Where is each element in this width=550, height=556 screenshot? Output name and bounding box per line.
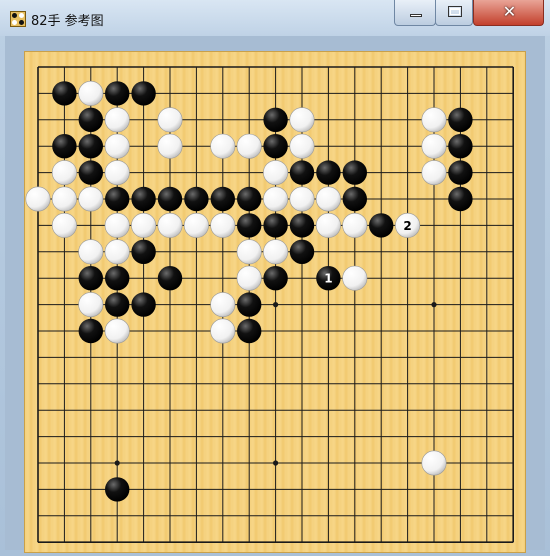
- white-stone: [289, 186, 315, 212]
- white-stone: [157, 107, 183, 133]
- window-title: 82手 参考图: [31, 14, 104, 29]
- black-stone: [78, 134, 103, 159]
- black-stone: [105, 477, 130, 502]
- black-stone: [289, 213, 315, 238]
- white-stone: [421, 107, 447, 133]
- white-stone: [51, 186, 77, 212]
- white-stone: [104, 133, 130, 159]
- black-stone: [105, 292, 130, 317]
- black-stone: [448, 186, 473, 212]
- white-stone: [78, 239, 104, 265]
- black-stone: [342, 186, 367, 212]
- move-number-label: 2: [403, 219, 411, 233]
- black-stone: [131, 81, 156, 106]
- white-stone: [342, 212, 368, 238]
- close-icon: ✕: [502, 2, 517, 21]
- black-stone: [157, 266, 183, 291]
- black-stone: [289, 239, 315, 264]
- white-stone: [236, 265, 262, 291]
- minimize-button[interactable]: [394, 0, 436, 26]
- black-stone: [78, 107, 103, 132]
- black-stone: [289, 160, 315, 185]
- black-stone: [263, 107, 288, 132]
- black-stone: [316, 160, 341, 185]
- white-stone: [342, 265, 368, 291]
- black-stone: [78, 266, 103, 291]
- go-board-grid[interactable]: 21: [25, 52, 527, 554]
- white-stone: [104, 107, 130, 133]
- white-stone: [263, 186, 289, 212]
- black-stone: [448, 107, 473, 132]
- maximize-icon: [448, 6, 462, 17]
- close-button[interactable]: ✕: [473, 0, 544, 26]
- white-stone: [421, 133, 447, 159]
- minimize-icon: [410, 14, 422, 17]
- star-point: [273, 302, 279, 308]
- white-stone: [210, 133, 236, 159]
- star-point: [114, 460, 120, 466]
- white-stone: [289, 133, 315, 159]
- star-point: [431, 302, 437, 308]
- black-stone: [210, 186, 235, 212]
- white-stone: [104, 239, 130, 265]
- white-stone: [263, 239, 289, 265]
- white-stone-move-2: 2: [395, 212, 421, 238]
- white-stone: [210, 212, 236, 238]
- black-stone: [448, 134, 473, 159]
- black-stone: [237, 213, 262, 238]
- black-stone: [342, 160, 367, 185]
- black-stone: [105, 186, 130, 212]
- white-stone: [51, 212, 77, 238]
- title-bar[interactable]: 82手 参考图 ✕: [0, 0, 550, 36]
- white-stone: [421, 450, 447, 476]
- star-point: [273, 460, 279, 466]
- white-stone: [210, 318, 236, 344]
- black-stone: [78, 318, 103, 344]
- black-stone: [237, 186, 262, 212]
- white-stone: [210, 292, 236, 318]
- white-stone: [78, 80, 104, 106]
- black-stone: [78, 160, 103, 185]
- white-stone: [157, 133, 183, 159]
- black-stone: [184, 186, 209, 212]
- black-stone: [237, 318, 262, 344]
- black-stone: [105, 81, 130, 106]
- black-stone: [263, 134, 288, 159]
- white-stone: [104, 318, 130, 344]
- game-window: 82手 参考图 ✕ 21: [0, 0, 550, 556]
- black-stone: [237, 292, 262, 317]
- black-stone: [131, 292, 156, 317]
- white-stone: [236, 133, 262, 159]
- white-stone: [51, 160, 77, 186]
- black-stone: [369, 213, 394, 238]
- move-number-label: 1: [324, 272, 332, 286]
- go-board-app-icon: [10, 11, 26, 27]
- white-stone: [25, 186, 51, 212]
- black-stone: [157, 186, 183, 212]
- white-stone: [289, 107, 315, 133]
- black-stone: [131, 186, 156, 212]
- white-stone: [78, 292, 104, 318]
- go-board[interactable]: 21: [24, 51, 526, 553]
- black-stone: [52, 134, 77, 159]
- white-stone: [131, 212, 157, 238]
- white-stone: [183, 212, 209, 238]
- white-stone: [315, 186, 341, 212]
- white-stone: [78, 186, 104, 212]
- black-stone: [105, 266, 130, 291]
- black-stone: [263, 213, 288, 238]
- white-stone: [104, 160, 130, 186]
- black-stone: [131, 239, 156, 264]
- white-stone: [263, 160, 289, 186]
- black-stone: [448, 160, 473, 185]
- white-stone: [104, 212, 130, 238]
- white-stone: [421, 160, 447, 186]
- black-stone-move-1: 1: [316, 266, 341, 291]
- white-stone: [315, 212, 341, 238]
- black-stone: [52, 81, 77, 106]
- black-stone: [263, 266, 288, 291]
- white-stone: [236, 239, 262, 265]
- maximize-button[interactable]: [435, 0, 473, 26]
- white-stone: [157, 212, 183, 238]
